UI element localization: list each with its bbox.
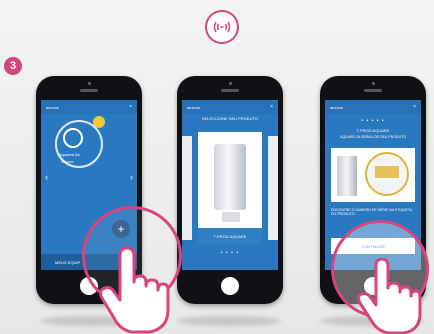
- screen-subtitle: AQUARE ZA SERIAL DE SEU PRODUTO: [340, 135, 406, 139]
- camera: [372, 82, 375, 85]
- screen-title: SELECCIONE SEU PRODUTO: [201, 116, 259, 121]
- serial-location-image: [331, 148, 415, 202]
- pointing-hand-icon: [99, 246, 170, 334]
- app-title: airzone: [187, 104, 201, 110]
- app-title: airzone: [46, 104, 60, 110]
- product-card[interactable]: T-PROD AQUARE: [198, 132, 262, 244]
- chevron-right-icon[interactable]: ›: [130, 172, 133, 182]
- serial-label: [375, 166, 399, 178]
- camera: [229, 82, 232, 85]
- pagination-dots: • • • •: [220, 250, 240, 256]
- product-base: [222, 212, 240, 222]
- device-name: Aquarea Air: [59, 152, 80, 157]
- phone-2: airzone × SELECCIONE SEU PRODUTO T-PROD …: [177, 76, 283, 304]
- app-bar: airzone ×: [325, 100, 421, 114]
- carousel-next-card[interactable]: [268, 136, 278, 240]
- product-image: [214, 144, 246, 210]
- close-icon[interactable]: ×: [129, 104, 132, 110]
- phone-shadow: [177, 316, 281, 326]
- speaker: [80, 89, 98, 92]
- step-badge: 3: [4, 57, 22, 75]
- sun-icon: [93, 116, 105, 128]
- instructions-text: ENCONTRE O NÚMERO DE SÉRIE NA ETIQUETA D…: [331, 208, 412, 216]
- product-caption: T-PROD AQUARE: [198, 228, 262, 244]
- app-bar: airzone ×: [41, 100, 137, 114]
- proximity-sync-icon: [205, 10, 239, 44]
- chevron-left-icon[interactable]: ‹: [45, 172, 48, 182]
- device-type: Sensor: [61, 159, 74, 164]
- product-image: [337, 156, 357, 196]
- app-bar: airzone ×: [182, 100, 278, 114]
- device-gear-icon: [63, 128, 83, 148]
- carousel-prev-card[interactable]: [182, 136, 192, 240]
- screen-select-product: airzone × SELECCIONE SEU PRODUTO T-PROD …: [182, 100, 278, 270]
- close-icon[interactable]: ×: [413, 104, 416, 110]
- speaker: [364, 89, 382, 92]
- speaker: [221, 89, 239, 92]
- pointing-hand-icon: [356, 258, 422, 334]
- camera: [88, 82, 91, 85]
- pagination-dots: • • • • •: [361, 118, 385, 124]
- close-icon[interactable]: ×: [270, 104, 273, 110]
- screen-title: T-PROD AQUARE: [356, 128, 390, 133]
- home-button[interactable]: [221, 277, 239, 295]
- app-title: airzone: [330, 104, 344, 110]
